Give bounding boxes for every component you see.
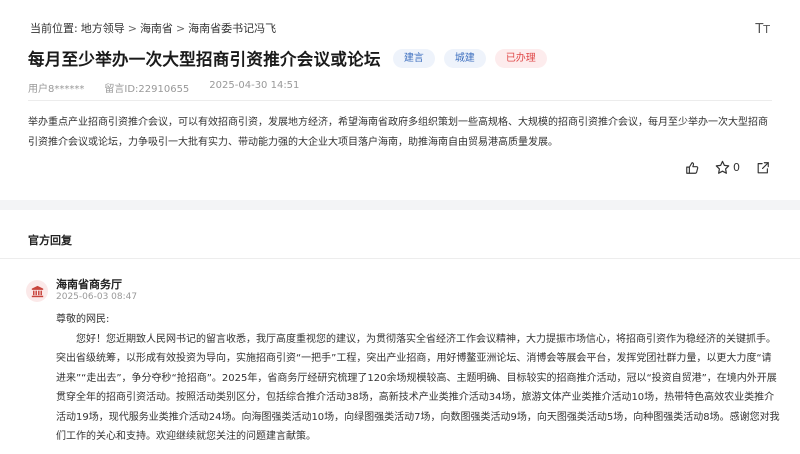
message-user: 用户8****** [28, 84, 85, 95]
message-time: 2025-04-30 14:51 [209, 80, 300, 91]
divider [28, 100, 772, 101]
breadcrumb: 当前位置: 地方领导 > 海南省 > 海南省委书记冯飞 [30, 20, 276, 36]
tag-urban-construction[interactable]: 城建 [443, 48, 486, 68]
section-title: 官方回复 [28, 234, 72, 247]
breadcrumb-separator: > [175, 21, 186, 35]
favorite-button[interactable]: 0 [715, 160, 740, 175]
star-icon [715, 160, 730, 174]
tag-suggestion[interactable]: 建言 [392, 48, 435, 68]
favorite-count: 0 [733, 161, 740, 174]
font-size-toggle[interactable]: TT [755, 22, 770, 37]
breadcrumb-item-hainan[interactable]: 海南省 [140, 20, 173, 36]
message-meta: 用户8****** 留言ID:22910655 2025-04-30 14:51 [28, 80, 319, 95]
reply-body: 您好！您近期致人民网书记的留言收悉，我厅高度重视您的建议，为贯彻落实全省经济工作… [56, 333, 780, 443]
share-icon [757, 161, 769, 173]
message-title: 每月至少举办一次大型招商引资推介会议或论坛 [28, 50, 381, 69]
official-reply-card: 官方回复 海南省商务厅 2025-06-03 08:47 尊敬的网民: 您好！您… [0, 210, 800, 454]
breadcrumb-item-local-leaders[interactable]: 地方领导 [81, 20, 125, 36]
share-button[interactable] [756, 161, 770, 175]
title-row: 每月至少举办一次大型招商引资推介会议或论坛 建言 城建 已办理 [28, 46, 547, 70]
font-size-small-glyph: T [763, 23, 770, 36]
tag-status-handled: 已办理 [494, 48, 547, 68]
divider [0, 258, 800, 259]
message-actions: 0 [669, 160, 770, 175]
breadcrumb-separator: > [127, 21, 137, 35]
reply-greeting: 尊敬的网民: [56, 314, 110, 325]
thumbs-up-icon [686, 161, 699, 174]
breadcrumb-prefix: 当前位置: [30, 22, 78, 35]
message-content: 举办重点产业招商引资推介会议，可以有效招商引资，发展地方经济，希望海南省政府多组… [28, 117, 768, 148]
message-id: 留言ID:22910655 [104, 84, 190, 95]
reply-time: 2025-06-03 08:47 [56, 292, 138, 302]
department-name: 海南省商务厅 [56, 278, 122, 291]
avatar [26, 280, 48, 302]
government-building-icon [31, 285, 43, 297]
breadcrumb-item-secretary[interactable]: 海南省委书记冯飞 [188, 20, 276, 36]
message-card: 当前位置: 地方领导 > 海南省 > 海南省委书记冯飞 TT 每月至少举办一次大… [0, 0, 800, 200]
reply-content: 尊敬的网民: 您好！您近期致人民网书记的留言收悉，我厅高度重视您的建议，为贯彻落… [56, 310, 780, 447]
like-button[interactable] [685, 161, 699, 175]
